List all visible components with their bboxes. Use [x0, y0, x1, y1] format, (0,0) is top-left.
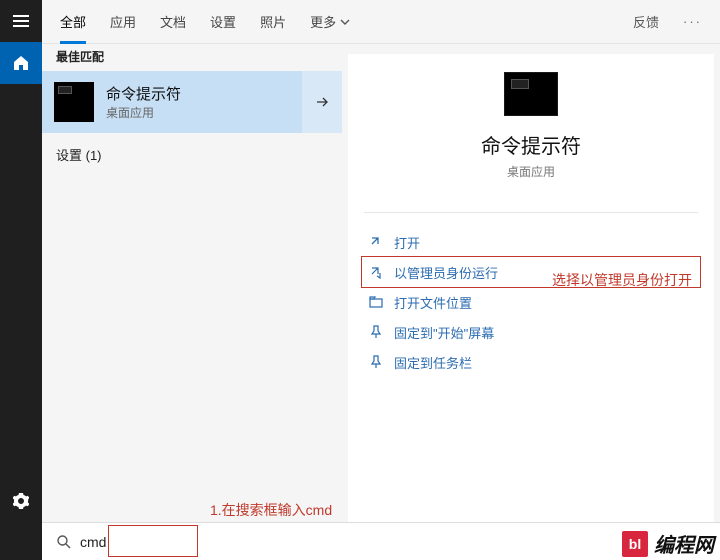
preview-subtitle: 桌面应用 — [348, 163, 714, 180]
action-open-location[interactable]: 打开文件位置 — [362, 287, 700, 317]
tab-settings[interactable]: 设置 — [210, 0, 236, 44]
pin-taskbar-icon — [368, 354, 384, 370]
divider — [364, 212, 698, 213]
result-expand-button[interactable] — [302, 71, 342, 133]
actions-list: 打开 以管理员身份运行 打开文件位置 — [348, 227, 714, 377]
tab-photos[interactable]: 照片 — [260, 0, 286, 44]
action-open-label: 打开 — [394, 233, 420, 252]
body-split: 最佳匹配 命令提示符 桌面应用 设置 (1) 命令提示符 桌面应用 — [42, 44, 720, 560]
best-match-label: 最佳匹配 — [42, 44, 342, 71]
tab-all[interactable]: 全部 — [60, 0, 86, 44]
search-bar — [42, 522, 720, 560]
gear-icon — [13, 493, 29, 509]
admin-icon — [368, 264, 384, 280]
action-open[interactable]: 打开 — [362, 227, 700, 257]
arrow-right-icon — [314, 94, 330, 110]
left-rail — [0, 0, 42, 560]
hamburger-menu-button[interactable] — [0, 0, 42, 42]
feedback-link[interactable]: 反馈 — [633, 12, 659, 31]
main-area: 全部 应用 文档 设置 照片 更多 反馈 ··· 最佳匹配 命令提示符 桌面应用 — [42, 0, 720, 560]
watermark-badge: bl — [622, 531, 648, 557]
action-pin-start[interactable]: 固定到"开始"屏幕 — [362, 317, 700, 347]
window-root: 全部 应用 文档 设置 照片 更多 反馈 ··· 最佳匹配 命令提示符 桌面应用 — [0, 0, 720, 560]
pin-start-icon — [368, 324, 384, 340]
tabs-row: 全部 应用 文档 设置 照片 更多 反馈 ··· — [42, 0, 720, 44]
action-pin-start-label: 固定到"开始"屏幕 — [394, 323, 494, 342]
more-options-button[interactable]: ··· — [683, 14, 702, 29]
home-button[interactable] — [0, 42, 42, 84]
folder-icon — [368, 294, 384, 310]
watermark: bl 编程网 — [622, 529, 714, 558]
search-inner — [48, 527, 348, 557]
result-text: 命令提示符 桌面应用 — [106, 83, 302, 121]
action-pin-taskbar[interactable]: 固定到任务栏 — [362, 347, 700, 377]
tab-more[interactable]: 更多 — [310, 0, 350, 44]
cmd-icon — [54, 82, 94, 122]
tab-apps[interactable]: 应用 — [110, 0, 136, 44]
search-icon — [56, 534, 72, 550]
preview-cmd-icon — [504, 72, 558, 116]
chevron-down-icon — [340, 17, 350, 27]
rail-top — [0, 0, 42, 84]
action-run-admin[interactable]: 以管理员身份运行 — [362, 257, 700, 287]
preview-pane: 命令提示符 桌面应用 打开 以管理员身份运行 — [348, 54, 714, 560]
action-run-admin-label: 以管理员身份运行 — [394, 263, 498, 282]
results-pane: 最佳匹配 命令提示符 桌面应用 设置 (1) — [42, 44, 342, 560]
menu-icon — [13, 13, 29, 29]
preview-title: 命令提示符 — [348, 130, 714, 159]
search-input[interactable] — [80, 534, 340, 550]
settings-results-label[interactable]: 设置 (1) — [42, 135, 342, 174]
tab-more-label: 更多 — [310, 12, 336, 31]
watermark-text: 编程网 — [654, 529, 714, 558]
result-cmd[interactable]: 命令提示符 桌面应用 — [42, 71, 342, 133]
result-title: 命令提示符 — [106, 83, 302, 104]
action-open-location-label: 打开文件位置 — [394, 293, 472, 312]
home-icon — [13, 55, 29, 71]
result-subtitle: 桌面应用 — [106, 104, 302, 121]
tab-documents[interactable]: 文档 — [160, 0, 186, 44]
action-pin-taskbar-label: 固定到任务栏 — [394, 353, 472, 372]
settings-button[interactable] — [0, 480, 42, 522]
open-icon — [368, 234, 384, 250]
